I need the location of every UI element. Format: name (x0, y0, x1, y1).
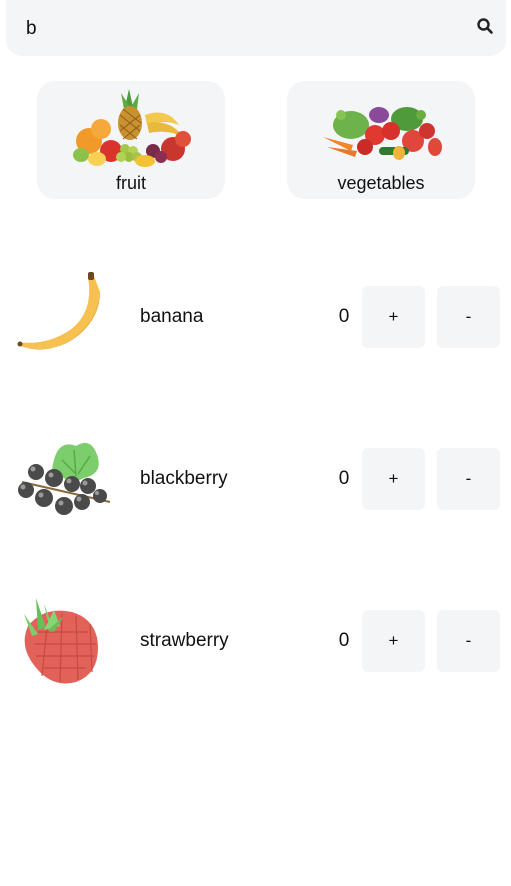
product-name: banana (140, 306, 204, 327)
search-input[interactable] (24, 15, 458, 43)
category-vegetables-label: vegetables (337, 173, 425, 193)
decrement-button[interactable]: - (437, 286, 500, 348)
banana-image (17, 272, 100, 350)
search-icon[interactable] (476, 17, 494, 35)
increment-button[interactable]: + (362, 610, 425, 672)
category-fruit[interactable]: fruit (37, 81, 225, 199)
product-name: strawberry (140, 630, 229, 651)
category-fruit-label: fruit (115, 173, 146, 193)
product-count: 0 (338, 630, 350, 651)
product-count: 0 (338, 306, 350, 327)
vegetables-basket-image (323, 107, 442, 160)
blackberry-image (18, 442, 111, 515)
product-row-banana: banana 0 + - (0, 268, 511, 368)
product-count: 0 (338, 468, 350, 489)
product-name: blackberry (140, 468, 228, 489)
strawberry-image (24, 598, 99, 684)
decrement-button[interactable]: - (437, 448, 500, 510)
product-row-strawberry: strawberry 0 + - (0, 592, 511, 692)
product-row-blackberry: blackberry 0 + - (0, 430, 511, 530)
decrement-button[interactable]: - (437, 610, 500, 672)
increment-button[interactable]: + (362, 448, 425, 510)
fruit-basket-image (73, 89, 191, 167)
increment-button[interactable]: + (362, 286, 425, 348)
search-bar (6, 0, 506, 56)
category-vegetables[interactable]: vegetables (287, 81, 475, 199)
